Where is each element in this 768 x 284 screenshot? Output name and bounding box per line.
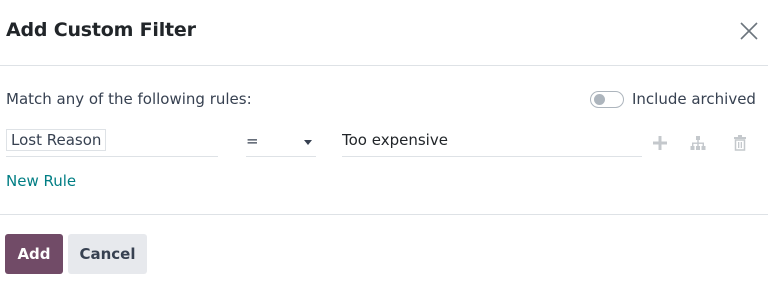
footer-divider bbox=[0, 214, 768, 215]
operator-value: = bbox=[246, 132, 259, 150]
caret-down-icon bbox=[304, 140, 312, 145]
add-button[interactable]: Add bbox=[5, 234, 63, 274]
toggle-switch[interactable] bbox=[590, 90, 624, 108]
include-archived-label: Include archived bbox=[632, 90, 756, 108]
plus-icon[interactable] bbox=[651, 134, 669, 152]
dialog-header: Add Custom Filter bbox=[0, 0, 768, 66]
include-archived-toggle[interactable]: Include archived bbox=[590, 88, 756, 110]
field-chip: Lost Reason bbox=[6, 129, 107, 151]
rule-row: Lost Reason = bbox=[0, 124, 768, 158]
field-path-select[interactable]: Lost Reason bbox=[6, 129, 218, 157]
sitemap-icon[interactable] bbox=[689, 134, 707, 152]
match-rules-text: Match any of the following rules: bbox=[6, 90, 252, 108]
operator-select[interactable]: = bbox=[246, 129, 316, 157]
toggle-knob bbox=[594, 93, 605, 105]
close-icon[interactable] bbox=[738, 20, 760, 42]
dialog-title: Add Custom Filter bbox=[6, 19, 196, 41]
rule-value-input[interactable] bbox=[342, 129, 642, 157]
new-rule-link[interactable]: New Rule bbox=[6, 172, 76, 190]
trash-icon[interactable] bbox=[731, 134, 749, 152]
cancel-button[interactable]: Cancel bbox=[68, 234, 147, 274]
